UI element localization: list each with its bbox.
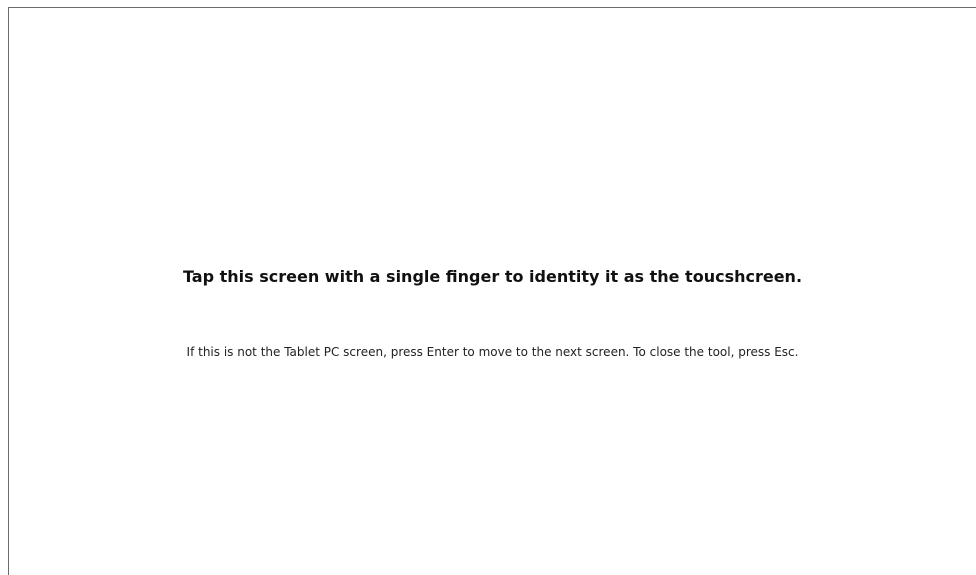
tap-instruction-heading: Tap this screen with a single finger to … — [182, 267, 803, 286]
touch-identify-screen[interactable]: Tap this screen with a single finger to … — [8, 7, 976, 575]
keyboard-instructions: If this is not the Tablet PC screen, pre… — [186, 345, 799, 359]
